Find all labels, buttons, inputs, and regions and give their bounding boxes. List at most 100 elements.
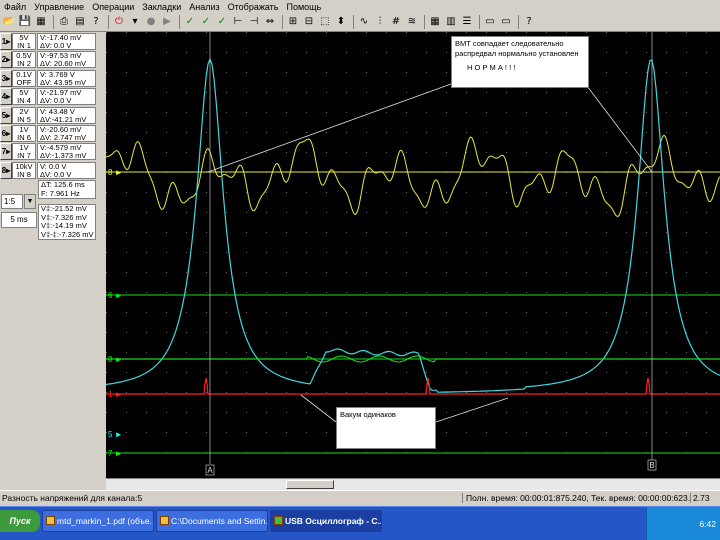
- check-icon[interactable]: ✓: [183, 15, 197, 29]
- channel-1-red-trace: [106, 377, 720, 395]
- horizontal-scrollbar[interactable]: [106, 478, 720, 490]
- channel-row-5: 5 ▸ 2V IN 5 V: 43.48 V ΔV:-41.21 mV: [0, 106, 96, 125]
- channel-toggle-button[interactable]: 8 ▸: [0, 161, 12, 179]
- check-icon[interactable]: ✓: [215, 15, 229, 29]
- toolbar-separator: [479, 15, 480, 29]
- start-button[interactable]: Пуск: [0, 510, 40, 532]
- cursor-b-tag[interactable]: B: [647, 459, 657, 471]
- channel-values: V:-97.53 mV ΔV: 20.60 mV: [37, 51, 96, 69]
- folder-icon: [160, 516, 169, 525]
- channel-values: V: 43.48 V ΔV:-41.21 mV: [37, 106, 96, 124]
- open-folder-icon[interactable]: 📂: [2, 15, 16, 29]
- channel-toggle-button[interactable]: 7 ▸: [0, 143, 12, 161]
- clock: 6:42: [699, 518, 716, 529]
- channel-marker-label: 1 ►: [108, 390, 123, 399]
- zoom-out-icon[interactable]: ⊟: [302, 15, 316, 29]
- oscilloscope-plot[interactable]: 8 ► 6 ► 8 ► 1 ► 5 ► 7 ► A B ВМТ совпадает сле…: [106, 32, 720, 478]
- channel-values: V: 3.769 V ΔV: 43.95 mV: [37, 69, 96, 87]
- channel-marker-label: 6 ►: [108, 291, 123, 300]
- channel-toggle-button[interactable]: 6 ▸: [0, 125, 12, 142]
- channel-values: V:-17.40 mV ΔV: 0.0 V: [37, 33, 96, 50]
- task-explorer[interactable]: C:\Documents and Settin...: [156, 510, 268, 532]
- menu-item-2[interactable]: Операции: [88, 2, 138, 12]
- settings-icon[interactable]: ▦: [34, 15, 48, 29]
- channel-toggle-button[interactable]: 2 ▸: [0, 51, 12, 69]
- channel-toggle-button[interactable]: 4 ▸: [0, 88, 12, 106]
- print-preview-icon[interactable]: ▤: [73, 15, 87, 29]
- window-icon[interactable]: ▭: [483, 15, 497, 29]
- print-icon[interactable]: ⎙: [57, 15, 71, 29]
- waveform-icon[interactable]: ≋: [405, 15, 419, 29]
- timebase-field[interactable]: 5 ms: [1, 212, 37, 228]
- scrollbar-thumb[interactable]: [286, 480, 334, 489]
- pdf-icon: [46, 516, 55, 525]
- channel-range-setting[interactable]: 5V IN 4: [12, 88, 36, 106]
- window-icon[interactable]: ▭: [499, 15, 513, 29]
- save-icon[interactable]: 💾: [18, 15, 32, 29]
- signal-icon[interactable]: ∿: [357, 15, 371, 29]
- channel-values: V:-4.579 mV ΔV:-1.373 mV: [37, 143, 96, 161]
- channel-row-6: 6 ▸ 1V IN 6 V:-20.60 mV ΔV: 2.747 mV: [0, 125, 96, 143]
- annotation-top-line-4: Н О Р М А ! ! !: [467, 63, 516, 72]
- cursor-a-tag[interactable]: A: [205, 464, 215, 476]
- channel-marker-label: 7 ►: [108, 449, 123, 458]
- chevron-down-icon[interactable]: ▼: [24, 194, 36, 209]
- scale-selector[interactable]: 1:5: [1, 194, 23, 209]
- annotation-leader-line: [583, 81, 653, 173]
- channel-toggle-button[interactable]: 3 ▸: [0, 69, 12, 87]
- channel-5-cyan-trace: [106, 57, 720, 393]
- channel-marker-label: 8 ►: [108, 355, 123, 364]
- annotation-top: ВМТ совпадает следовательно распредвал н…: [451, 36, 589, 88]
- channel-range-setting[interactable]: 1V IN 6: [12, 125, 36, 142]
- table-icon[interactable]: ▥: [444, 15, 458, 29]
- channel-marker-label: 5 ►: [108, 430, 123, 439]
- channel-range-setting[interactable]: 1V IN 7: [12, 143, 36, 161]
- calendar-icon[interactable]: ▦: [428, 15, 442, 29]
- task-oscilloscope[interactable]: USB Осциллограф - С...: [270, 510, 382, 532]
- dropdown-arrow-icon[interactable]: ▾: [128, 15, 142, 29]
- grid-icon[interactable]: #: [389, 15, 403, 29]
- menu-item-4[interactable]: Анализ: [185, 2, 223, 12]
- help-icon[interactable]: ?: [89, 15, 103, 29]
- toolbar-separator: [518, 15, 519, 29]
- channel-range-setting[interactable]: 2V IN 5: [12, 106, 36, 124]
- spectrum-icon[interactable]: ⫶: [373, 15, 387, 29]
- stop-icon[interactable]: ⏻: [112, 15, 126, 29]
- cursor-b-icon[interactable]: ⊣: [247, 15, 261, 29]
- taskbar: Пуск mtd_markin_1.pdf (объе... C:\Docume…: [0, 506, 720, 540]
- list-icon[interactable]: ☰: [460, 15, 474, 29]
- channel-row-7: 7 ▸ 1V IN 7 V:-4.579 mV ΔV:-1.373 mV: [0, 143, 96, 161]
- time-measurement-box: ΔT: 125.6 ms F: 7.961 Hz: [38, 180, 96, 199]
- channel-range-setting[interactable]: 5V IN 1: [12, 33, 36, 50]
- stretch-icon[interactable]: ⬍: [334, 15, 348, 29]
- system-tray: 6:42: [646, 507, 720, 540]
- menu-item-6[interactable]: Помощь: [282, 2, 325, 12]
- menu-item-3[interactable]: Закладки: [138, 2, 185, 12]
- channel-toggle-button[interactable]: 5 ▸: [0, 106, 12, 124]
- measure-icon[interactable]: ⇔: [263, 15, 277, 29]
- record-icon[interactable]: ●: [144, 15, 158, 29]
- toolbar-separator: [53, 15, 54, 29]
- zoom-in-icon[interactable]: ⊞: [286, 15, 300, 29]
- channel-range-setting[interactable]: 0.5V IN 2: [12, 51, 36, 69]
- annotation-top-line-1: ВМТ совпадает следовательно: [455, 39, 564, 48]
- channel-row-4: 4 ▸ 5V IN 4 V:-21.97 mV ΔV: 0.0 V: [0, 88, 96, 106]
- channel-row-3: 3 ▸ 0.1V OFF V: 3.769 V ΔV: 43.95 mV: [0, 69, 96, 88]
- channel-toggle-button[interactable]: 1 ▸: [0, 33, 12, 50]
- toolbar-separator: [179, 15, 180, 29]
- channel-range-setting[interactable]: 10kV IN 8: [12, 161, 36, 179]
- menu-item-5[interactable]: Отображать: [224, 2, 283, 12]
- menu-item-1[interactable]: Управление: [30, 2, 88, 12]
- fit-icon[interactable]: ⬚: [318, 15, 332, 29]
- channel-range-setting[interactable]: 0.1V OFF: [12, 69, 36, 87]
- annotation-bottom-text: Вакум одинаков: [340, 410, 396, 419]
- toolbar-separator: [424, 15, 425, 29]
- check-icon[interactable]: ✓: [199, 15, 213, 29]
- help-pointer-icon[interactable]: ?: [522, 15, 536, 29]
- play-icon[interactable]: ▶: [160, 15, 174, 29]
- app-icon: [274, 516, 283, 525]
- task-pdf[interactable]: mtd_markin_1.pdf (объе...: [42, 510, 154, 532]
- menu-item-0[interactable]: Файл: [0, 2, 30, 12]
- cursor-a-icon[interactable]: ⊢: [231, 15, 245, 29]
- annotation-leader-line: [207, 83, 452, 173]
